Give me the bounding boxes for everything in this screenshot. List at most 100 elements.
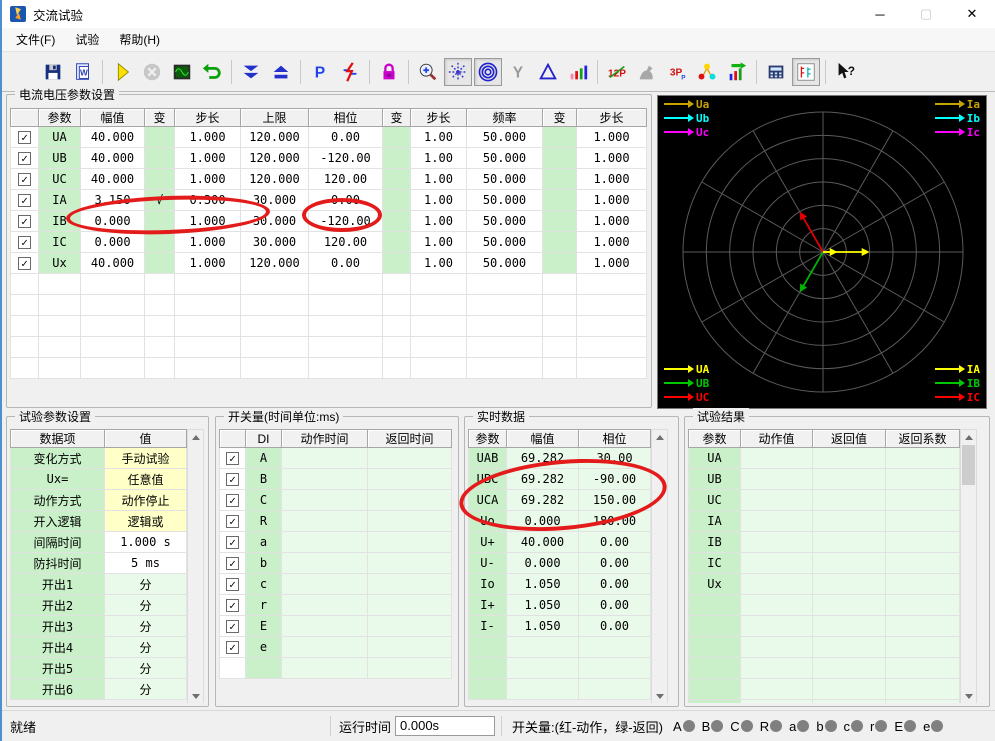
row-checkbox[interactable]: ✓ (18, 152, 31, 165)
step-cell[interactable]: 1.000 (576, 168, 647, 190)
row-checkbox[interactable]: ✓ (226, 578, 239, 591)
zoom-button[interactable] (414, 58, 442, 86)
fault-button[interactable] (336, 58, 364, 86)
vary-flag-cell[interactable] (542, 336, 577, 358)
limit-cell[interactable] (240, 273, 309, 295)
open-button[interactable] (9, 58, 37, 86)
frequency-cell[interactable]: 50.000 (466, 231, 543, 253)
row-checkbox[interactable]: ✓ (226, 452, 239, 465)
step-cell[interactable]: 1.000 (174, 168, 241, 190)
vary-flag-cell[interactable] (382, 336, 411, 358)
data-value-cell[interactable]: 动作停止 (104, 489, 187, 511)
limit-cell[interactable]: 30.000 (240, 189, 309, 211)
menu-help[interactable]: 帮助(H) (109, 28, 170, 51)
vary-flag-cell[interactable] (144, 147, 175, 169)
amplitude-cell[interactable] (80, 273, 145, 295)
scrollbar[interactable] (960, 429, 977, 703)
step-cell[interactable]: 1.000 (174, 210, 241, 232)
frequency-cell[interactable]: 50.000 (466, 126, 543, 148)
frequency-cell[interactable]: 50.000 (466, 210, 543, 232)
step-cell[interactable]: 1.00 (410, 168, 467, 190)
vary-flag-cell[interactable] (144, 336, 175, 358)
scrollbar[interactable] (187, 429, 204, 703)
frequency-cell[interactable]: 50.000 (466, 147, 543, 169)
lock-button[interactable] (375, 58, 403, 86)
phase-cell[interactable]: 0.00 (308, 189, 383, 211)
row-checkbox[interactable]: ✓ (226, 557, 239, 570)
step-cell[interactable]: 1.00 (410, 147, 467, 169)
vary-flag-cell[interactable] (144, 126, 175, 148)
limit-cell[interactable]: 30.000 (240, 231, 309, 253)
lower-output-button[interactable] (237, 58, 265, 86)
row-checkbox[interactable]: ✓ (226, 641, 239, 654)
data-value-cell[interactable]: 分 (104, 636, 187, 658)
frequency-cell[interactable] (466, 294, 543, 316)
vary-flag-cell[interactable] (144, 252, 175, 274)
phase-cell[interactable] (308, 357, 383, 379)
step-cell[interactable] (174, 336, 241, 358)
bar-graph-button[interactable] (564, 58, 592, 86)
amplitude-cell[interactable] (80, 336, 145, 358)
limit-cell[interactable] (240, 315, 309, 337)
phase-cell[interactable]: 120.00 (308, 231, 383, 253)
vary-flag-cell[interactable] (382, 294, 411, 316)
limit-cell[interactable] (240, 357, 309, 379)
limit-cell[interactable]: 120.000 (240, 126, 309, 148)
phase-cell[interactable]: 0.00 (308, 252, 383, 274)
amplitude-cell[interactable]: 40.000 (80, 147, 145, 169)
undo-button[interactable] (198, 58, 226, 86)
amplitude-cell[interactable]: 0.000 (80, 210, 145, 232)
limit-cell[interactable]: 30.000 (240, 210, 309, 232)
amplitude-cell[interactable]: 40.000 (80, 252, 145, 274)
vary-flag-cell[interactable] (542, 126, 577, 148)
raise-output-button[interactable] (267, 58, 295, 86)
frequency-cell[interactable] (466, 357, 543, 379)
step-cell[interactable] (576, 273, 647, 295)
vary-flag-cell[interactable] (542, 357, 577, 379)
phase-cell[interactable] (308, 336, 383, 358)
vary-flag-cell[interactable] (542, 168, 577, 190)
step-cell[interactable] (410, 315, 467, 337)
limit-cell[interactable] (240, 294, 309, 316)
step-cell[interactable] (576, 357, 647, 379)
rays-button[interactable] (444, 57, 472, 86)
vary-flag-cell[interactable] (542, 294, 577, 316)
waveform-button[interactable] (168, 58, 196, 86)
vary-flag-cell[interactable] (144, 357, 175, 379)
row-checkbox[interactable]: ✓ (18, 236, 31, 249)
amplitude-cell[interactable]: 40.000 (80, 126, 145, 148)
step-cell[interactable]: 1.00 (410, 210, 467, 232)
frequency-cell[interactable]: 50.000 (466, 189, 543, 211)
row-checkbox[interactable]: ✓ (226, 473, 239, 486)
step-cell[interactable] (576, 294, 647, 316)
step-cell[interactable] (174, 315, 241, 337)
data-value-cell[interactable]: 任意值 (104, 468, 187, 490)
step-cell[interactable] (410, 273, 467, 295)
molecule-button[interactable] (693, 58, 721, 86)
vary-flag-cell[interactable] (144, 168, 175, 190)
step-cell[interactable]: 1.000 (174, 252, 241, 274)
row-checkbox[interactable]: ✓ (226, 599, 239, 612)
step-cell[interactable]: 1.00 (410, 189, 467, 211)
phase-p-button[interactable]: P (306, 58, 334, 86)
k-chart-button[interactable] (792, 57, 820, 86)
vary-flag-cell[interactable] (542, 147, 577, 169)
vary-flag-cell[interactable] (382, 189, 411, 211)
3p-button[interactable]: 3P P (663, 58, 691, 86)
frequency-cell[interactable] (466, 336, 543, 358)
amplitude-cell[interactable] (80, 294, 145, 316)
vary-flag-cell[interactable] (542, 189, 577, 211)
data-value-cell[interactable]: 1.000 s (104, 531, 187, 553)
row-checkbox[interactable]: ✓ (226, 494, 239, 507)
data-value-cell[interactable]: 5 ms (104, 552, 187, 574)
export-chart-button[interactable] (723, 58, 751, 86)
menu-file[interactable]: 文件(F) (6, 28, 65, 51)
triangle-button[interactable] (534, 58, 562, 86)
phase-cell[interactable] (308, 294, 383, 316)
vary-flag-cell[interactable] (144, 273, 175, 295)
step-cell[interactable] (174, 273, 241, 295)
limit-cell[interactable] (240, 336, 309, 358)
vary-flag-cell[interactable] (542, 273, 577, 295)
calculator-button[interactable] (762, 58, 790, 86)
row-checkbox[interactable]: ✓ (18, 215, 31, 228)
